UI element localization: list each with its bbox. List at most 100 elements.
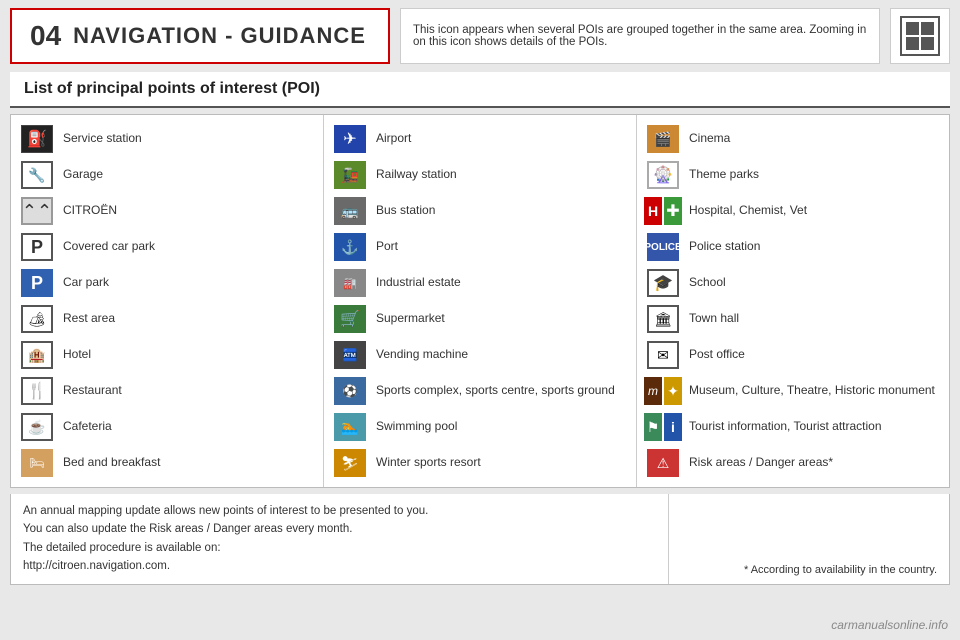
supermarket-icon-shape: 🛒	[334, 305, 366, 333]
tourist-label: Tourist information, Tourist attraction	[689, 419, 882, 435]
port-label: Port	[376, 239, 398, 255]
bus-icon: 🚌	[332, 196, 368, 226]
hotel-label: Hotel	[63, 347, 91, 363]
footer-line-4: http://citroen.navigation.com.	[23, 557, 656, 575]
section-title: List of principal points of interest (PO…	[24, 80, 320, 97]
list-item: m ✦ Museum, Culture, Theatre, Historic m…	[641, 373, 945, 409]
car-park-icon: P	[19, 268, 55, 298]
museum-icon: m ✦	[645, 376, 681, 406]
townhall-label: Town hall	[689, 311, 739, 327]
museum-star-icon: ✦	[664, 377, 682, 405]
covered-park-label: Covered car park	[63, 239, 155, 255]
cinema-label: Cinema	[689, 131, 730, 147]
sports-label: Sports complex, sports centre, sports gr…	[376, 383, 615, 399]
railway-icon: 🚂	[332, 160, 368, 190]
list-item: 🏊 Swimming pool	[328, 409, 632, 445]
railway-label: Railway station	[376, 167, 457, 183]
header: 04 NAVIGATION - GUIDANCE This icon appea…	[0, 0, 960, 72]
restaurant-icon: 🍴	[19, 376, 55, 406]
section-title-bar: List of principal points of interest (PO…	[10, 72, 950, 108]
museum-m-icon: m	[644, 377, 662, 405]
townhall-icon-shape: 🏛	[647, 305, 679, 333]
postoffice-icon-shape: ✉	[647, 341, 679, 369]
car-park-icon-shape: P	[21, 269, 53, 297]
header-title-box: 04 NAVIGATION - GUIDANCE	[10, 8, 390, 64]
footer-line-2: You can also update the Risk areas / Dan…	[23, 520, 656, 538]
industrial-icon-shape: 🏭	[334, 269, 366, 297]
poi-table: ⛽ Service station 🔧 Garage ⌃⌃ CITROËN P	[10, 114, 950, 488]
list-item: 🏨 Hotel	[15, 337, 319, 373]
airport-label: Airport	[376, 131, 411, 147]
list-item: ⚽ Sports complex, sports centre, sports …	[328, 373, 632, 409]
service-station-icon: ⛽	[19, 124, 55, 154]
school-icon: 🎓	[645, 268, 681, 298]
townhall-icon: 🏛	[645, 304, 681, 334]
page: 04 NAVIGATION - GUIDANCE This icon appea…	[0, 0, 960, 640]
supermarket-label: Supermarket	[376, 311, 445, 327]
hospital-label: Hospital, Chemist, Vet	[689, 203, 807, 219]
citroen-label: CITROËN	[63, 203, 117, 219]
list-item: P Car park	[15, 265, 319, 301]
poi-column-2: ✈ Airport 🚂 Railway station 🚌 Bus statio…	[324, 115, 637, 487]
cluster-icon	[900, 16, 940, 56]
list-item: 🏧 Vending machine	[328, 337, 632, 373]
list-item: 🏛 Town hall	[641, 301, 945, 337]
chapter-number: 04	[30, 20, 61, 52]
cluster-icon-box	[890, 8, 950, 64]
museum-icon-shape: m ✦	[644, 377, 682, 405]
tourist-icon: ⚑ i	[645, 412, 681, 442]
school-icon-shape: 🎓	[647, 269, 679, 297]
citroen-icon-shape: ⌃⌃	[21, 197, 53, 225]
list-item: ☕ Cafeteria	[15, 409, 319, 445]
list-item: 🔧 Garage	[15, 157, 319, 193]
rest-area-icon-shape: 🏕	[21, 305, 53, 333]
citroen-icon: ⌃⌃	[19, 196, 55, 226]
list-item: H ✚ Hospital, Chemist, Vet	[641, 193, 945, 229]
list-item: ✈ Airport	[328, 121, 632, 157]
risk-icon: ⚠	[645, 448, 681, 478]
list-item: POLICE Police station	[641, 229, 945, 265]
list-item: ⚠ Risk areas / Danger areas*	[641, 445, 945, 481]
supermarket-icon: 🛒	[332, 304, 368, 334]
police-icon-shape: POLICE	[647, 233, 679, 261]
industrial-label: Industrial estate	[376, 275, 461, 291]
sports-icon-shape: ⚽	[334, 377, 366, 405]
chemist-cross-icon: ✚	[664, 197, 682, 225]
list-item: ⌃⌃ CITROËN	[15, 193, 319, 229]
list-item: 🎬 Cinema	[641, 121, 945, 157]
vending-label: Vending machine	[376, 347, 468, 363]
airport-icon: ✈	[332, 124, 368, 154]
list-item: 🚌 Bus station	[328, 193, 632, 229]
car-park-label: Car park	[63, 275, 109, 291]
hospital-icon: H ✚	[645, 196, 681, 226]
list-item: 🎡 Theme parks	[641, 157, 945, 193]
school-label: School	[689, 275, 726, 291]
garage-icon: 🔧	[19, 160, 55, 190]
footer-note: * According to availability in the count…	[669, 494, 949, 584]
cinema-icon: 🎬	[645, 124, 681, 154]
hospital-h-icon: H	[644, 197, 662, 225]
list-item: ⚑ i Tourist information, Tourist attract…	[641, 409, 945, 445]
postoffice-label: Post office	[689, 347, 745, 363]
winter-label: Winter sports resort	[376, 455, 481, 471]
hospital-icon-shape: H ✚	[644, 197, 682, 225]
rest-area-label: Rest area	[63, 311, 115, 327]
cinema-icon-shape: 🎬	[647, 125, 679, 153]
cafeteria-label: Cafeteria	[63, 419, 112, 435]
swim-label: Swimming pool	[376, 419, 457, 435]
rest-area-icon: 🏕	[19, 304, 55, 334]
vending-icon: 🏧	[332, 340, 368, 370]
list-item: 🍴 Restaurant	[15, 373, 319, 409]
bnb-icon-shape: 🛏	[21, 449, 53, 477]
tourist-icon-shape: ⚑ i	[644, 413, 682, 441]
footer-text: An annual mapping update allows new poin…	[11, 494, 669, 584]
list-item: ✉ Post office	[641, 337, 945, 373]
cafeteria-icon: ☕	[19, 412, 55, 442]
sports-icon: ⚽	[332, 376, 368, 406]
service-icon-shape: ⛽	[21, 125, 53, 153]
watermark: carmanualsonline.info	[831, 618, 948, 632]
poi-column-3: 🎬 Cinema 🎡 Theme parks H ✚ Hospital, Che…	[637, 115, 949, 487]
cafeteria-icon-shape: ☕	[21, 413, 53, 441]
tourist-info-icon: i	[664, 413, 682, 441]
risk-label: Risk areas / Danger areas*	[689, 455, 833, 471]
